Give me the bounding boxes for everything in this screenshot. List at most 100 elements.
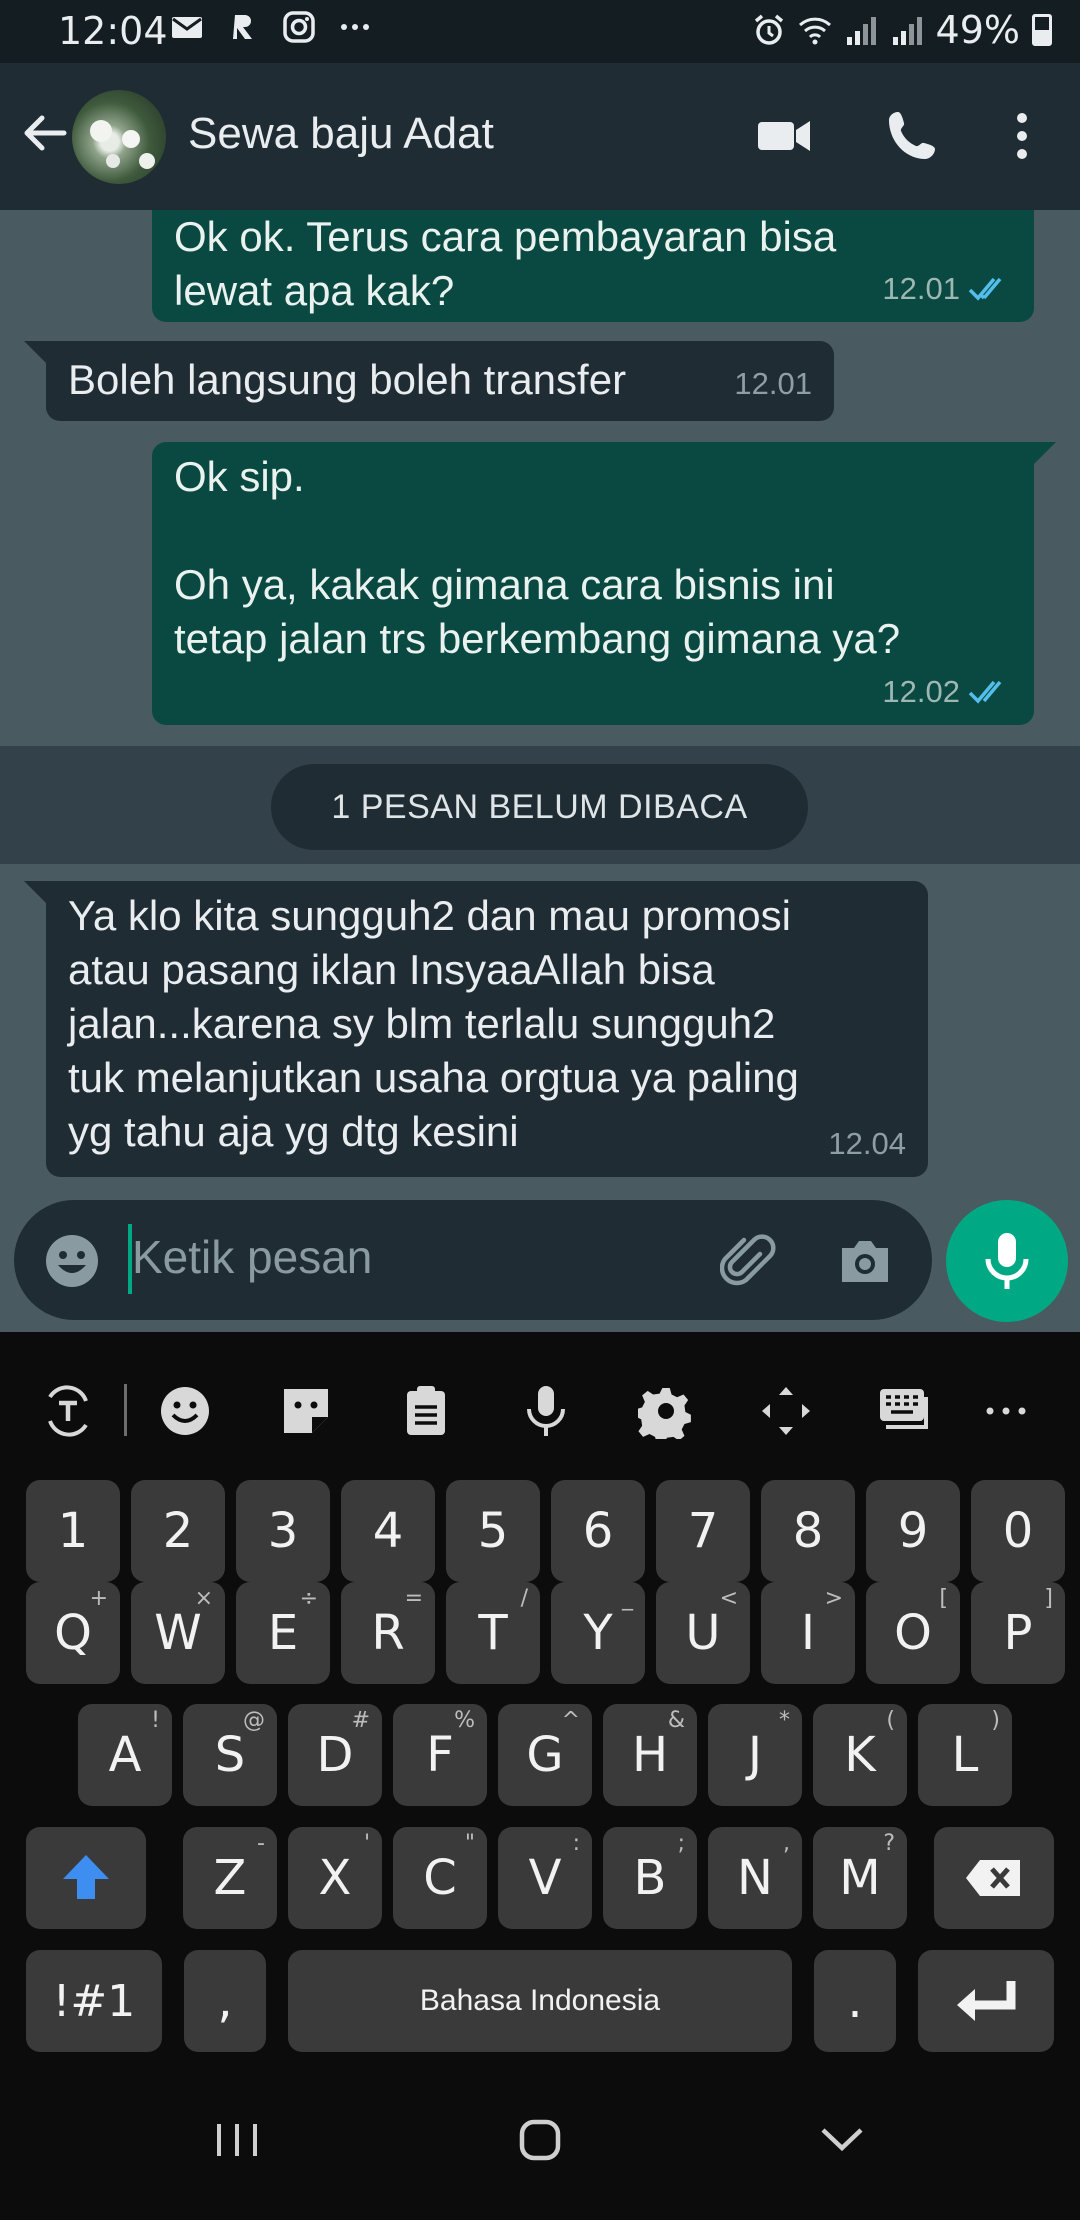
key-q[interactable]: Q + xyxy=(26,1582,120,1684)
more-tools-icon[interactable] xyxy=(978,1383,1034,1439)
key-l[interactable]: L) xyxy=(918,1704,1012,1806)
bubble-tail xyxy=(24,341,46,363)
attach-icon[interactable] xyxy=(720,1232,778,1290)
symbols-key[interactable]: !#1 xyxy=(26,1950,162,2052)
key-label: A xyxy=(108,1727,142,1783)
emoji-keyboard-icon[interactable] xyxy=(157,1383,213,1439)
key-s[interactable]: S @ xyxy=(183,1704,277,1806)
key-v[interactable]: V: xyxy=(498,1827,592,1929)
notification-icons xyxy=(170,10,372,44)
key-f[interactable]: F% xyxy=(393,1704,487,1806)
message-time: 12.01 xyxy=(882,271,960,306)
text-translate-icon[interactable] xyxy=(40,1383,96,1439)
message-time: 12.02 xyxy=(882,674,960,709)
key-1[interactable]: 1 xyxy=(26,1480,120,1582)
key-hint: × xyxy=(194,1586,213,1611)
contact-name[interactable]: Sewa baju Adat xyxy=(188,109,494,159)
key-x[interactable]: X ' xyxy=(288,1827,382,1929)
key-7[interactable]: 7 xyxy=(656,1480,750,1582)
key-label: 1 xyxy=(57,1503,89,1559)
key-label: F xyxy=(426,1727,454,1783)
key-label: N xyxy=(737,1850,773,1906)
signal-2-icon xyxy=(892,17,922,45)
key-y[interactable]: Y _ xyxy=(551,1582,645,1684)
voice-message-button[interactable] xyxy=(946,1200,1068,1322)
clipboard-icon[interactable] xyxy=(398,1383,454,1439)
back-arrow-icon[interactable] xyxy=(20,108,70,158)
backspace-key[interactable] xyxy=(934,1827,1054,1929)
key-n[interactable]: N, xyxy=(708,1827,802,1929)
key-p[interactable]: P] xyxy=(971,1582,1065,1684)
shift-key[interactable] xyxy=(26,1827,146,1929)
key-8[interactable]: 8 xyxy=(761,1480,855,1582)
more-notifications-icon xyxy=(341,24,369,30)
period-key[interactable]: . xyxy=(814,1950,896,2052)
key-4[interactable]: 4 xyxy=(341,1480,435,1582)
home-icon[interactable] xyxy=(505,2110,575,2170)
voice-call-icon[interactable] xyxy=(884,108,940,164)
key-6[interactable]: 6 xyxy=(551,1480,645,1582)
key-label: B xyxy=(633,1850,667,1906)
key-hint: ^ xyxy=(561,1708,580,1733)
emoji-icon[interactable] xyxy=(44,1233,100,1289)
key-hint: ) xyxy=(991,1708,1000,1733)
key-3[interactable]: 3 xyxy=(236,1480,330,1582)
key-z[interactable]: Z- xyxy=(183,1827,277,1929)
sticker-icon[interactable] xyxy=(278,1383,334,1439)
key-a[interactable]: A! xyxy=(78,1704,172,1806)
comma-key[interactable]: , xyxy=(184,1950,266,2052)
key-j[interactable]: J * xyxy=(708,1704,802,1806)
key-t[interactable]: T / xyxy=(446,1582,540,1684)
key-2[interactable]: 2 xyxy=(131,1480,225,1582)
key-b[interactable]: B; xyxy=(603,1827,697,1929)
cursor-move-icon[interactable] xyxy=(758,1383,814,1439)
keyboard-layout-icon[interactable] xyxy=(876,1383,932,1439)
key-5[interactable]: 5 xyxy=(446,1480,540,1582)
message-bubble-outgoing[interactable]: Ok ok. Terus cara pembayaran bisa lewat … xyxy=(152,210,1034,322)
key-e[interactable]: E ÷ xyxy=(236,1582,330,1684)
message-bubble-outgoing[interactable]: Ok sip. Oh ya, kakak gimana cara bisnis … xyxy=(152,442,1034,725)
key-label: D xyxy=(316,1727,354,1783)
message-composer xyxy=(14,1200,932,1320)
key-m[interactable]: M? xyxy=(813,1827,907,1929)
message-input[interactable] xyxy=(132,1230,692,1284)
key-hint: _ xyxy=(622,1586,633,1611)
message-bubble-incoming[interactable]: Ya klo kita sungguh2 dan mau promosi ata… xyxy=(46,881,928,1177)
video-call-icon[interactable] xyxy=(756,108,812,164)
voice-input-icon[interactable] xyxy=(518,1383,574,1439)
battery-percent: 49% xyxy=(935,8,1020,52)
key-label: Y xyxy=(583,1605,613,1661)
mail-icon xyxy=(172,17,202,38)
key-d[interactable]: D # xyxy=(288,1704,382,1806)
settings-gear-icon[interactable] xyxy=(638,1383,694,1439)
key-h[interactable]: H & xyxy=(603,1704,697,1806)
key-o[interactable]: O[ xyxy=(866,1582,960,1684)
message-line: tuk melanjutkan usaha orgtua ya paling xyxy=(68,1054,799,1101)
key-hint: < xyxy=(719,1586,738,1611)
key-c[interactable]: C " xyxy=(393,1827,487,1929)
instagram-icon xyxy=(283,11,315,43)
key-hint: @ xyxy=(243,1708,265,1733)
key-i[interactable]: I > xyxy=(761,1582,855,1684)
key-r[interactable]: R = xyxy=(341,1582,435,1684)
message-bubble-incoming[interactable]: Boleh langsung boleh transfer 12.01 xyxy=(46,341,834,421)
space-key[interactable]: Bahasa Indonesia xyxy=(288,1950,792,2052)
key-hint: ' xyxy=(363,1831,370,1856)
hide-keyboard-icon[interactable] xyxy=(807,2110,877,2170)
camera-icon[interactable] xyxy=(836,1232,894,1290)
key-k[interactable]: K( xyxy=(813,1704,907,1806)
recent-apps-icon[interactable] xyxy=(202,2110,272,2170)
key-u[interactable]: U < xyxy=(656,1582,750,1684)
chat-area[interactable]: Ok ok. Terus cara pembayaran bisa lewat … xyxy=(0,210,1080,1332)
key-g[interactable]: G ^ xyxy=(498,1704,592,1806)
battery-icon xyxy=(1032,14,1052,46)
key-0[interactable]: 0 xyxy=(971,1480,1065,1582)
contact-avatar[interactable] xyxy=(72,90,166,184)
key-w[interactable]: W × xyxy=(131,1582,225,1684)
more-options-icon[interactable] xyxy=(994,108,1050,164)
key-9[interactable]: 9 xyxy=(866,1480,960,1582)
signal-1-icon xyxy=(846,17,876,45)
key-label: C xyxy=(423,1850,457,1906)
enter-key[interactable] xyxy=(918,1950,1054,2052)
